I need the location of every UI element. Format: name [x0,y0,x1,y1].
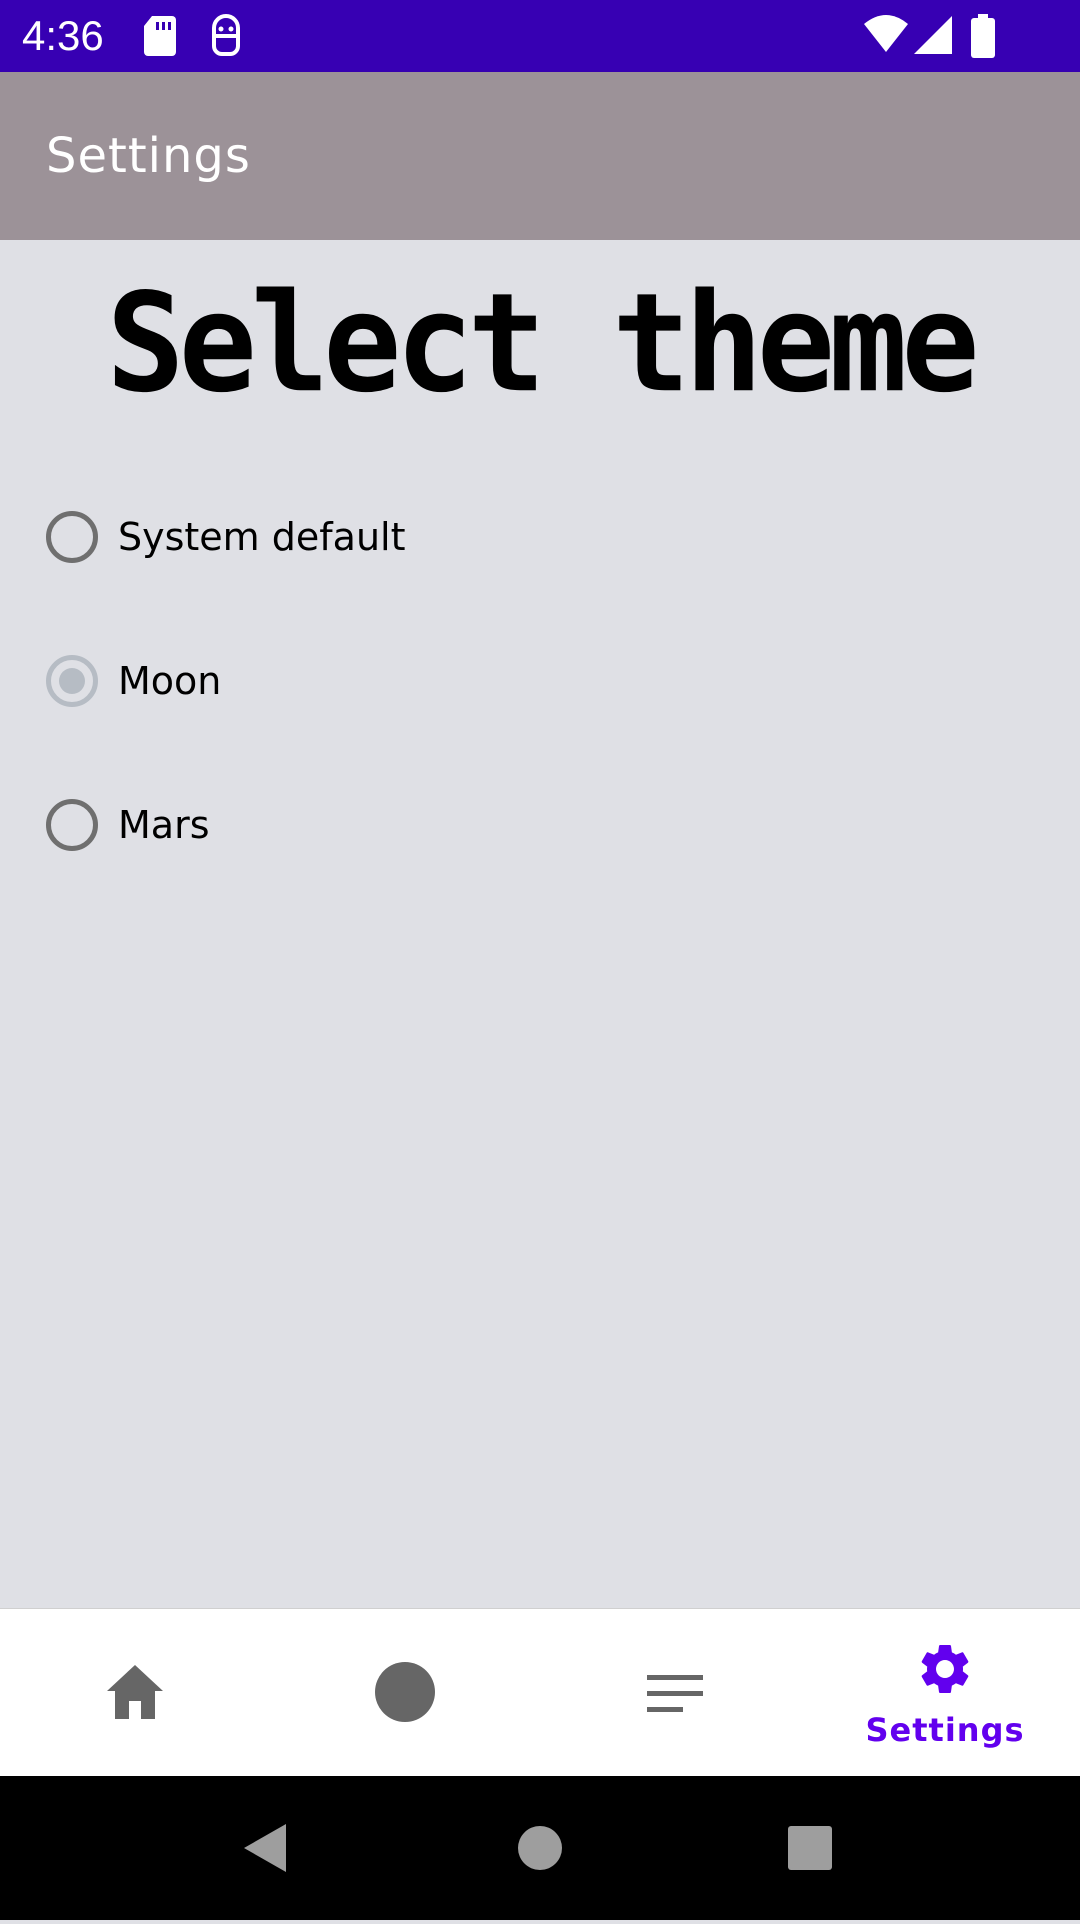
wifi-icon [862,14,910,62]
cellular-signal-icon [912,14,954,62]
page-title: Settings [46,128,251,184]
home-button-icon[interactable] [516,1776,564,1920]
theme-option-moon[interactable]: Moon [46,646,646,716]
app-bar: Settings [0,72,1080,240]
radio-dot [59,668,85,694]
list-icon [647,1675,703,1717]
radio-button-checked[interactable] [46,655,98,707]
battery-icon [970,14,996,64]
back-icon[interactable] [240,1776,290,1920]
circle-icon [374,1661,436,1727]
status-time: 4:36 [22,12,104,59]
theme-option-label: Moon [118,659,222,703]
gear-icon [915,1639,975,1703]
bottom-navigation: Settings [0,1608,1080,1777]
android-robot-icon [208,14,244,62]
home-icon [105,1663,165,1725]
radio-button-unchecked[interactable] [46,511,98,563]
radio-button-unchecked[interactable] [46,799,98,851]
theme-option-label: System default [118,515,406,559]
nav-label-settings: Settings [865,1711,1025,1749]
status-bar: 4:36 [0,0,1080,72]
nav-item-circle[interactable] [270,1609,540,1777]
nav-item-settings[interactable]: Settings [810,1609,1080,1777]
system-navigation-bar [0,1776,1080,1920]
nav-item-home[interactable] [0,1609,270,1777]
theme-settings-content: Select theme System default Moon Mars [0,240,1080,1608]
recents-icon[interactable] [786,1776,834,1920]
select-theme-heading: Select theme [106,263,979,423]
theme-option-mars[interactable]: Mars [46,790,646,860]
sd-card-icon [142,14,178,62]
nav-item-list[interactable] [540,1609,810,1777]
theme-option-system-default[interactable]: System default [46,502,646,572]
theme-option-label: Mars [118,803,210,847]
